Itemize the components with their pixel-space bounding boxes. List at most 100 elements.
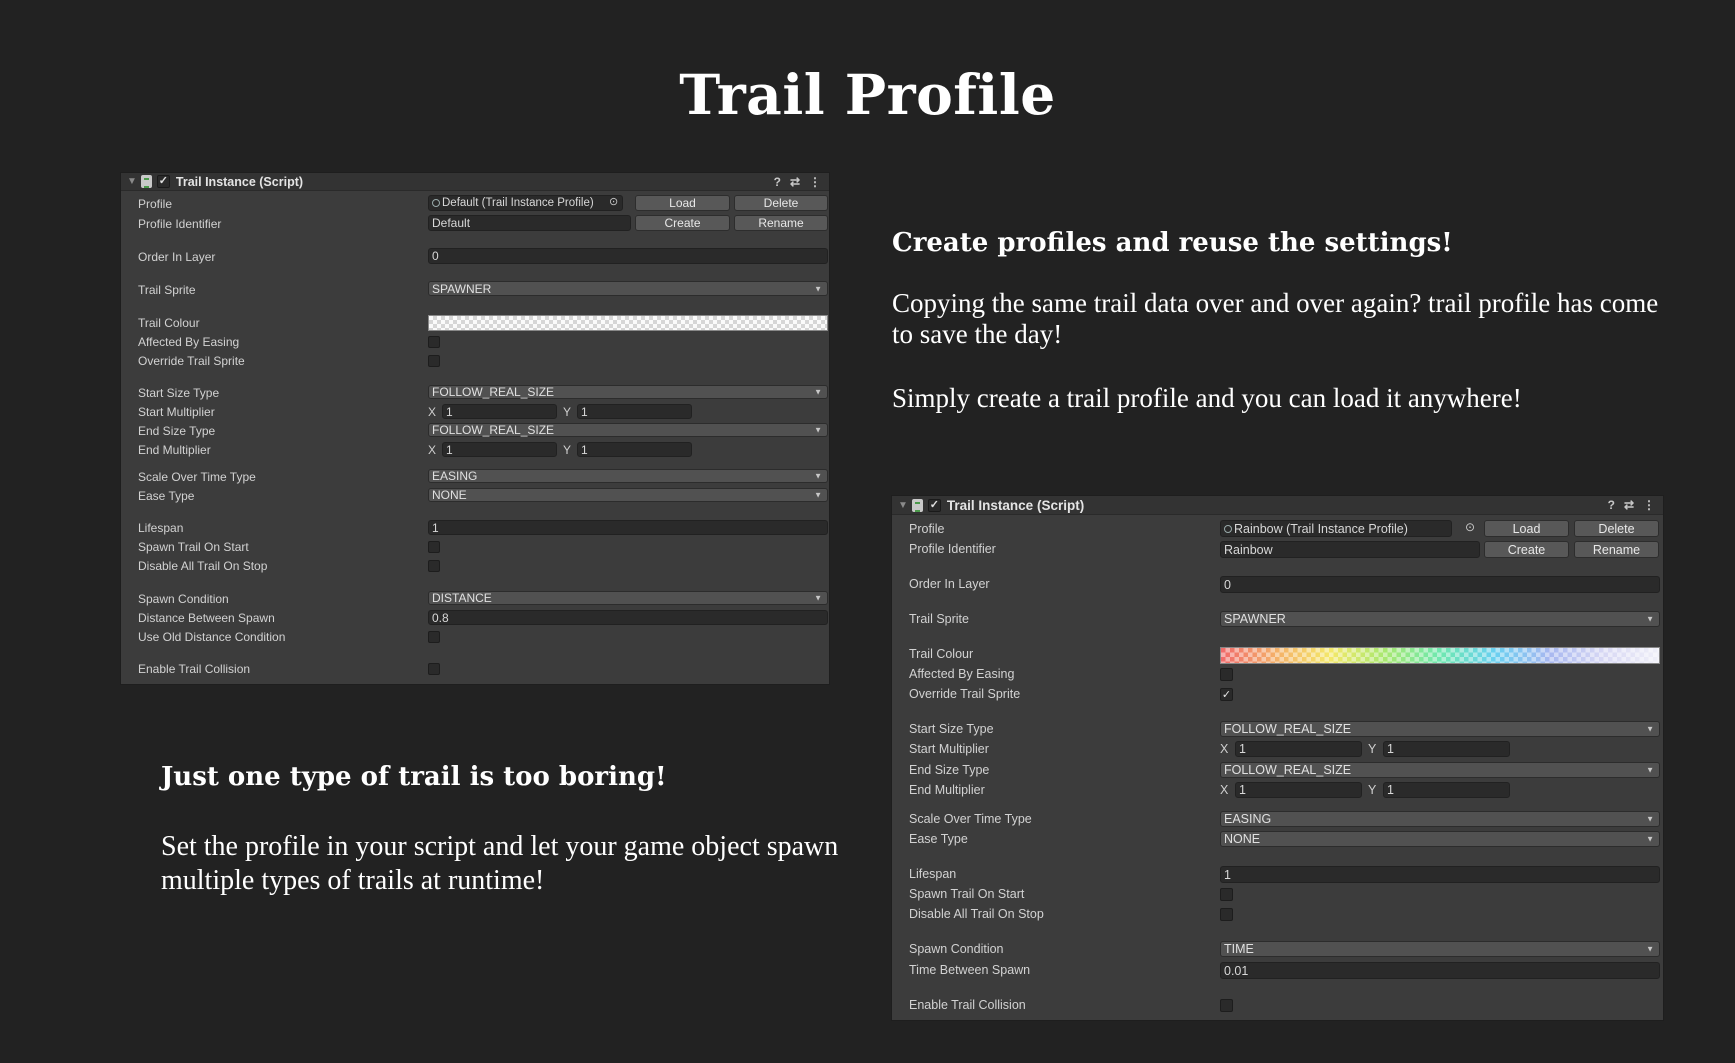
- start-size-type-dropdown[interactable]: FOLLOW_REAL_SIZE ▼: [1220, 721, 1660, 737]
- ease-type-label: Ease Type: [909, 832, 968, 846]
- end-size-type-dropdown[interactable]: FOLLOW_REAL_SIZE ▼: [1220, 762, 1660, 778]
- trail-sprite-dropdown[interactable]: SPAWNER ▼: [428, 281, 828, 296]
- spawn-trail-on-start-checkbox[interactable]: [1220, 888, 1233, 901]
- scale-over-time-type-dropdown[interactable]: EASING ▼: [1220, 811, 1660, 827]
- x-axis-label: X: [1220, 783, 1229, 797]
- affected-by-easing-checkbox[interactable]: [428, 336, 440, 348]
- ease-type-dropdown[interactable]: NONE ▼: [428, 488, 828, 502]
- profile-label: Profile: [909, 522, 945, 536]
- script-icon: [911, 498, 923, 512]
- spawn-trail-on-start-checkbox[interactable]: [428, 541, 440, 553]
- scale-over-time-type-label: Scale Over Time Type: [138, 470, 256, 484]
- profile-field[interactable]: Default (Trail Instance Profile): [428, 195, 623, 211]
- y-axis-label: Y: [563, 443, 572, 457]
- start-size-type-value: FOLLOW_REAL_SIZE: [432, 385, 555, 399]
- end-multiplier-x-input[interactable]: 1: [442, 442, 557, 457]
- end-multiplier-y-input[interactable]: 1: [577, 442, 692, 457]
- end-size-type-dropdown[interactable]: FOLLOW_REAL_SIZE ▼: [428, 423, 828, 437]
- end-size-type-label: End Size Type: [138, 424, 216, 438]
- profile-identifier-input[interactable]: Default: [428, 215, 631, 231]
- spawn-condition-dropdown[interactable]: TIME ▼: [1220, 941, 1660, 957]
- distance-between-spawn-label: Distance Between Spawn: [138, 611, 275, 625]
- object-picker-icon[interactable]: ⊙: [609, 195, 618, 208]
- disable-all-trail-on-stop-checkbox[interactable]: [1220, 908, 1233, 921]
- help-icon[interactable]: ?: [774, 175, 781, 189]
- order-in-layer-input[interactable]: 0: [428, 248, 828, 264]
- trail-colour-gradient[interactable]: [428, 315, 828, 331]
- more-options-icon[interactable]: ⋮: [809, 175, 821, 189]
- dropdown-arrow-icon: ▼: [1646, 944, 1654, 954]
- rename-button[interactable]: Rename: [734, 215, 828, 231]
- section-multiple-trails: Just one type of trail is too boring! Se…: [161, 762, 861, 931]
- object-picker-icon[interactable]: ⊙: [1465, 520, 1475, 534]
- disable-all-trail-on-stop-label: Disable All Trail On Stop: [138, 559, 268, 573]
- inspector-header[interactable]: ▼ ✓ Trail Instance (Script) ? ⇄ ⋮: [121, 173, 829, 191]
- profile-label: Profile: [138, 197, 173, 211]
- x-axis-label: X: [428, 443, 437, 457]
- ease-type-dropdown[interactable]: NONE ▼: [1220, 831, 1660, 847]
- trail-sprite-dropdown[interactable]: SPAWNER ▼: [1220, 611, 1660, 627]
- end-size-type-value: FOLLOW_REAL_SIZE: [1224, 763, 1352, 777]
- trail-instance-inspector-rainbow: ▼ ✓ Trail Instance (Script) ? ⇄ ⋮ Profil…: [891, 495, 1664, 1021]
- end-multiplier-x-input[interactable]: 1: [1235, 782, 1362, 798]
- foldout-arrow-icon[interactable]: ▼: [127, 176, 137, 187]
- start-multiplier-y-input[interactable]: 1: [577, 404, 692, 419]
- rename-button[interactable]: Rename: [1574, 541, 1659, 558]
- enable-trail-collision-label: Enable Trail Collision: [909, 998, 1026, 1012]
- start-size-type-dropdown[interactable]: FOLLOW_REAL_SIZE ▼: [428, 385, 828, 399]
- time-between-spawn-input[interactable]: 0.01: [1220, 962, 1660, 979]
- create-button[interactable]: Create: [635, 215, 730, 231]
- load-button[interactable]: Load: [1484, 520, 1569, 537]
- presets-icon[interactable]: ⇄: [1624, 498, 1634, 512]
- section-paragraph: Simply create a trail profile and you ca…: [892, 383, 1522, 413]
- affected-by-easing-checkbox[interactable]: [1220, 668, 1233, 681]
- delete-button[interactable]: Delete: [1574, 520, 1659, 537]
- override-trail-sprite-label: Override Trail Sprite: [909, 687, 1021, 701]
- distance-between-spawn-input[interactable]: 0.8: [428, 610, 828, 625]
- spawn-condition-dropdown[interactable]: DISTANCE ▼: [428, 591, 828, 605]
- spawn-condition-label: Spawn Condition: [138, 592, 229, 606]
- spawn-trail-on-start-label: Spawn Trail On Start: [909, 887, 1025, 901]
- use-old-distance-condition-checkbox[interactable]: [428, 631, 440, 643]
- start-multiplier-x-input[interactable]: 1: [442, 404, 557, 419]
- more-options-icon[interactable]: ⋮: [1643, 498, 1655, 512]
- profile-field[interactable]: Rainbow (Trail Instance Profile): [1220, 520, 1452, 537]
- x-axis-label: X: [1220, 742, 1229, 756]
- enable-trail-collision-checkbox[interactable]: [428, 663, 440, 675]
- foldout-arrow-icon[interactable]: ▼: [898, 500, 908, 511]
- start-size-type-value: FOLLOW_REAL_SIZE: [1224, 722, 1352, 736]
- delete-button[interactable]: Delete: [734, 195, 828, 211]
- presets-icon[interactable]: ⇄: [790, 175, 800, 189]
- order-in-layer-input[interactable]: 0: [1220, 576, 1660, 593]
- profile-value: Rainbow (Trail Instance Profile): [1234, 521, 1408, 536]
- lifespan-input[interactable]: 1: [428, 520, 828, 535]
- end-size-type-label: End Size Type: [909, 763, 990, 777]
- component-enabled-checkbox[interactable]: ✓: [156, 175, 170, 188]
- load-button[interactable]: Load: [635, 195, 730, 211]
- dropdown-arrow-icon: ▼: [1646, 834, 1654, 844]
- scale-over-time-type-dropdown[interactable]: EASING ▼: [428, 469, 828, 483]
- create-button[interactable]: Create: [1484, 541, 1569, 558]
- override-trail-sprite-checkbox[interactable]: [428, 355, 440, 367]
- trail-colour-label: Trail Colour: [138, 316, 200, 330]
- lifespan-input[interactable]: 1: [1220, 866, 1660, 883]
- trail-colour-gradient[interactable]: [1220, 647, 1660, 664]
- component-enabled-checkbox[interactable]: ✓: [927, 498, 941, 512]
- dropdown-arrow-icon: ▼: [814, 425, 822, 435]
- profile-identifier-label: Profile Identifier: [138, 217, 222, 231]
- start-multiplier-y-input[interactable]: 1: [1383, 741, 1510, 757]
- spawn-condition-value: DISTANCE: [432, 591, 492, 605]
- y-axis-label: Y: [1368, 742, 1377, 756]
- dropdown-arrow-icon: ▼: [814, 593, 822, 603]
- trail-sprite-value: SPAWNER: [432, 281, 492, 296]
- end-multiplier-y-input[interactable]: 1: [1383, 782, 1510, 798]
- start-multiplier-x-input[interactable]: 1: [1235, 741, 1362, 757]
- help-icon[interactable]: ?: [1608, 498, 1615, 512]
- override-trail-sprite-checkbox[interactable]: ✓: [1220, 688, 1233, 701]
- disable-all-trail-on-stop-checkbox[interactable]: [428, 560, 440, 572]
- end-multiplier-label: End Multiplier: [138, 443, 211, 457]
- use-old-distance-condition-label: Use Old Distance Condition: [138, 630, 286, 644]
- enable-trail-collision-checkbox[interactable]: [1220, 999, 1233, 1012]
- inspector-header[interactable]: ▼ ✓ Trail Instance (Script) ? ⇄ ⋮: [892, 496, 1663, 515]
- profile-identifier-input[interactable]: Rainbow: [1220, 541, 1480, 558]
